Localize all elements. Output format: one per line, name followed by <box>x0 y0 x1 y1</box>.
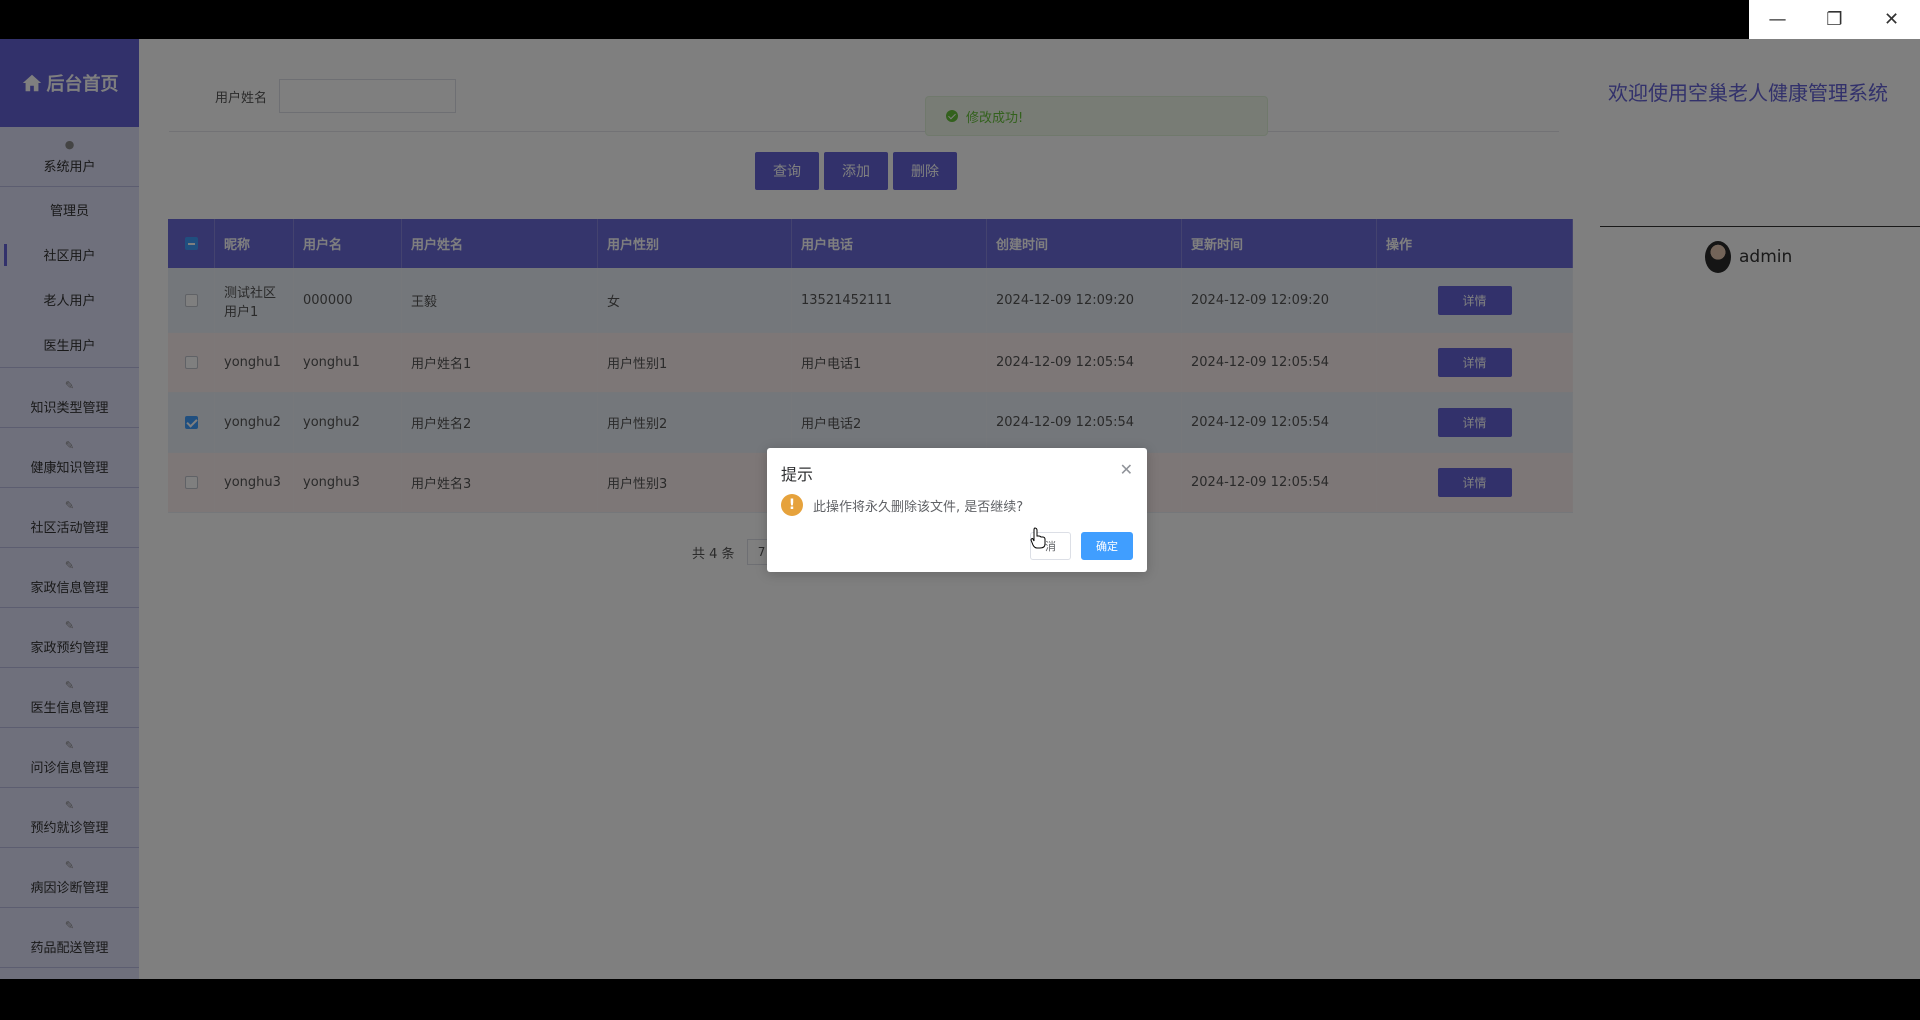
taskbar <box>0 979 1920 1020</box>
confirm-button[interactable]: 确定 <box>1081 532 1133 560</box>
dialog-body: ! 此操作将永久删除该文件, 是否继续? <box>781 494 1023 516</box>
dialog-message: 此操作将永久删除该文件, 是否继续? <box>813 499 1024 515</box>
dialog-title: 提示 <box>781 465 814 484</box>
warning-icon: ! <box>781 494 803 516</box>
close-icon[interactable]: ✕ <box>1863 0 1920 39</box>
hand-cursor-icon <box>1030 527 1046 549</box>
close-icon[interactable]: ✕ <box>1120 460 1133 479</box>
window-controls: — ❐ ✕ <box>1749 0 1920 39</box>
minimize-icon[interactable]: — <box>1749 0 1806 39</box>
restore-icon[interactable]: ❐ <box>1806 0 1863 39</box>
confirm-dialog: 提示 ✕ ! 此操作将永久删除该文件, 是否继续? 消 确定 <box>767 448 1147 572</box>
window-titlebar: — ❐ ✕ <box>0 0 1920 39</box>
